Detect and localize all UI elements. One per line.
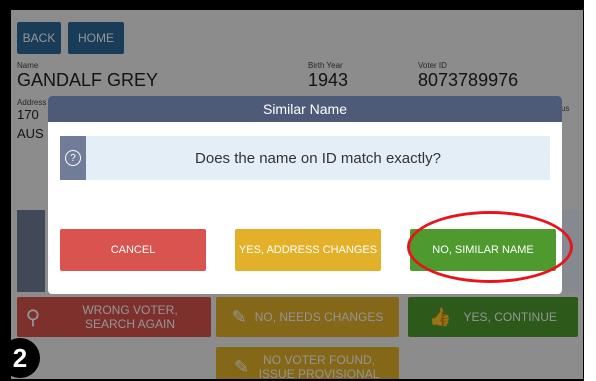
- question-box: ? Does the name on ID match exactly?: [60, 136, 550, 180]
- help-icon-box: ?: [60, 136, 86, 180]
- dialog-title: Similar Name: [48, 96, 562, 122]
- highlight-circle: [407, 211, 573, 283]
- step-number-badge: 2: [0, 338, 40, 378]
- yes-address-changes-button[interactable]: YES, ADDRESS CHANGES: [235, 229, 381, 271]
- question-icon: ?: [65, 150, 81, 166]
- cancel-button[interactable]: CANCEL: [60, 229, 206, 271]
- app-screen: BACK HOME Name GANDALF GREY Birth Year 1…: [11, 10, 583, 379]
- question-text: Does the name on ID match exactly?: [195, 149, 441, 167]
